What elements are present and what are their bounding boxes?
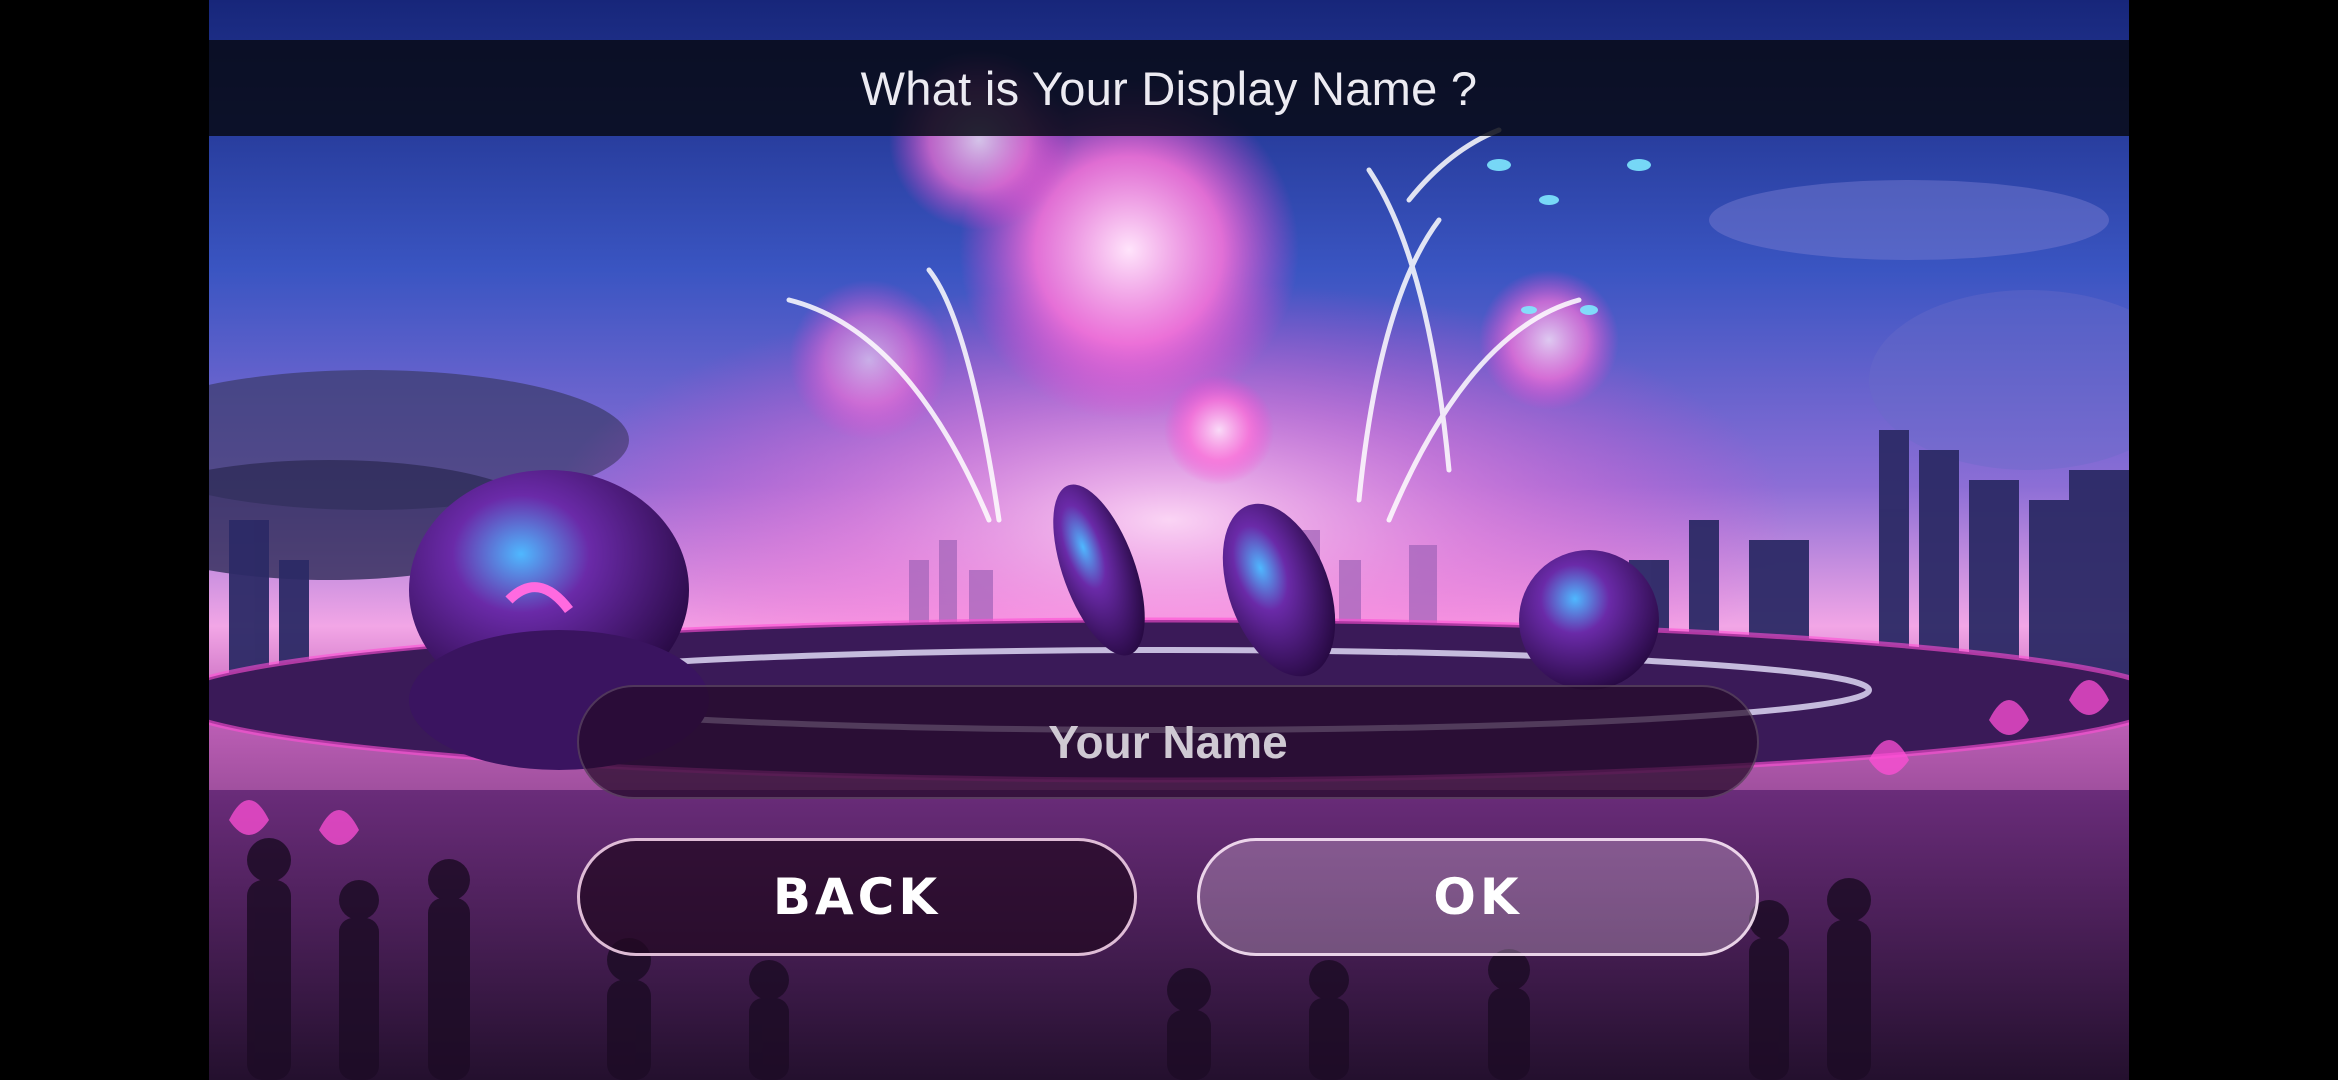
fireworks-city-background bbox=[209, 0, 2129, 1080]
back-button-label: BACK bbox=[772, 868, 942, 926]
display-name-field[interactable] bbox=[577, 685, 1759, 799]
title-bar: What is Your Display Name ? bbox=[209, 40, 2129, 136]
ok-button-label: OK bbox=[1433, 868, 1523, 926]
page-title: What is Your Display Name ? bbox=[860, 61, 1478, 115]
display-name-input[interactable] bbox=[579, 686, 1757, 798]
back-button[interactable]: BACK bbox=[577, 838, 1137, 956]
game-screen: What is Your Display Name ? BACK OK bbox=[0, 0, 2338, 1080]
ok-button[interactable]: OK bbox=[1197, 838, 1759, 956]
game-viewport: What is Your Display Name ? BACK OK bbox=[209, 0, 2129, 1080]
